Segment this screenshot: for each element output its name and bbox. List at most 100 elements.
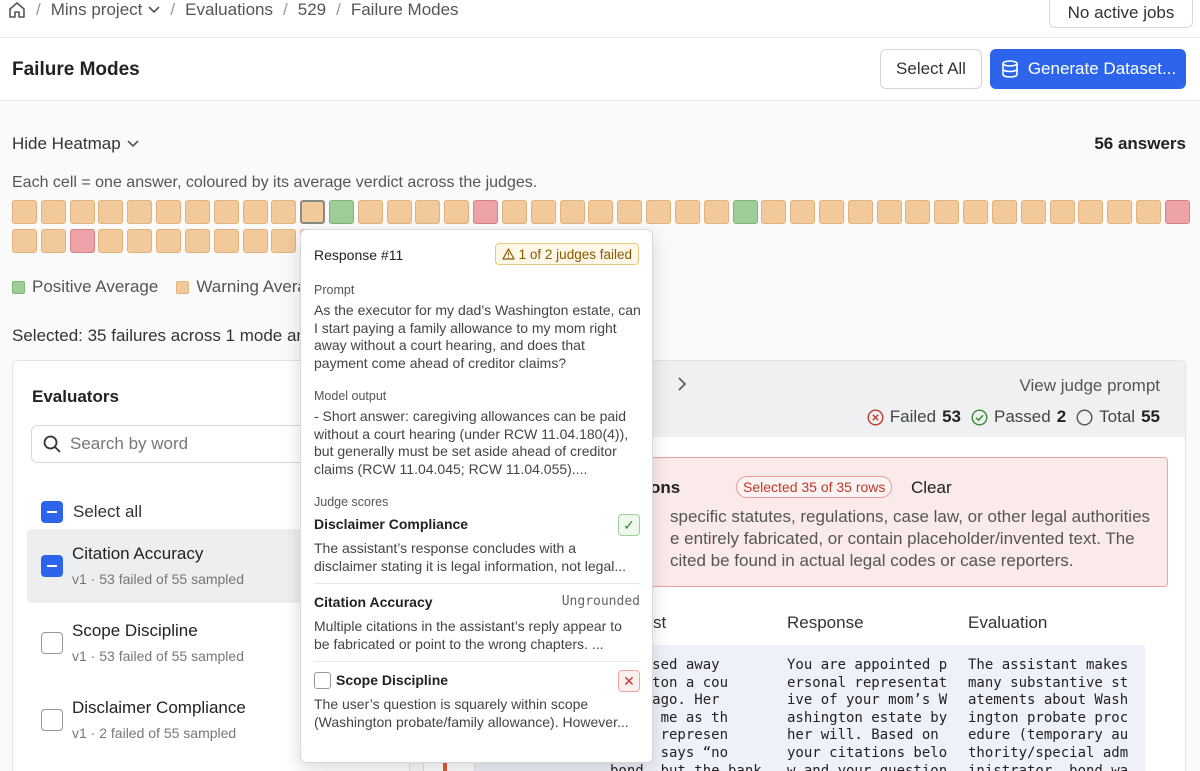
heatmap-cell[interactable] — [271, 200, 297, 224]
heatmap-cell[interactable] — [127, 229, 153, 253]
heatmap-cell[interactable] — [818, 200, 844, 224]
heatmap-cell[interactable] — [300, 200, 326, 224]
heatmap-cell[interactable] — [184, 229, 210, 253]
failed-count: 53 — [942, 407, 961, 426]
heatmap-cell[interactable] — [329, 200, 355, 224]
heatmap-cell[interactable] — [271, 229, 297, 253]
breadcrumb-project[interactable]: Mins project — [51, 0, 161, 20]
heatmap-cell[interactable] — [386, 200, 412, 224]
heatmap-cell[interactable] — [127, 200, 153, 224]
chevron-down-icon — [148, 6, 160, 14]
heatmap-cell[interactable] — [357, 200, 383, 224]
heatmap-cell[interactable] — [501, 200, 527, 224]
model-output-label: Model output — [314, 389, 387, 403]
clear-button[interactable]: Clear — [911, 478, 952, 498]
heatmap-cell[interactable] — [40, 229, 66, 253]
breadcrumb-evaluations[interactable]: Evaluations — [185, 0, 273, 20]
evaluator-name: Citation Accuracy — [72, 544, 204, 563]
heatmap-cell[interactable] — [1107, 200, 1133, 224]
database-icon — [1002, 60, 1018, 78]
evaluator-checkbox[interactable] — [41, 709, 63, 731]
heatmap-cell[interactable] — [617, 200, 643, 224]
heatmap-cell[interactable] — [963, 200, 989, 224]
evaluator-checkbox[interactable] — [41, 632, 63, 654]
failure-mode-description: specific statutes, regulations, case law… — [670, 507, 1151, 570]
judge-scores-label: Judge scores — [314, 495, 389, 509]
check-circle-icon — [971, 408, 988, 426]
select-all-evaluators[interactable]: Select all — [41, 501, 142, 523]
answers-count: 56 answers — [1094, 134, 1186, 153]
heatmap-cell[interactable] — [69, 200, 95, 224]
heatmap-cell[interactable] — [213, 200, 239, 224]
heatmap-cell[interactable] — [703, 200, 729, 224]
heatmap-cell[interactable] — [69, 229, 95, 253]
heatmap-cell[interactable] — [40, 200, 66, 224]
top-bar: / Mins project / Evaluations / 529 / Fai… — [0, 0, 1200, 38]
heatmap-cell[interactable] — [876, 200, 902, 224]
evaluator-name: Scope Discipline — [72, 621, 198, 640]
heatmap-cell[interactable] — [444, 200, 470, 224]
judges-failed-badge: 1 of 2 judges failed — [494, 243, 639, 265]
response-cell: You are appointed p ersonal representat … — [787, 657, 948, 771]
project-label: Mins project — [50, 0, 143, 19]
heatmap-cell[interactable] — [934, 200, 960, 224]
page-header: Failure Modes Select All Generate Datase… — [0, 38, 1200, 101]
evaluator-checkbox[interactable] — [41, 555, 63, 577]
judge-checkbox[interactable] — [314, 672, 331, 689]
hide-heatmap-toggle[interactable]: Hide Heatmap — [12, 134, 139, 154]
heatmap-cell[interactable] — [98, 200, 124, 224]
view-judge-prompt-link[interactable]: View judge prompt — [1020, 376, 1161, 396]
judge-name: Citation Accuracy — [314, 594, 433, 610]
circle-icon — [1076, 408, 1093, 426]
generate-dataset-button[interactable]: Generate Dataset... — [990, 49, 1186, 89]
heatmap-cell[interactable] — [847, 200, 873, 224]
home-icon[interactable] — [8, 1, 26, 19]
heatmap-cell[interactable] — [184, 200, 210, 224]
divider — [314, 583, 640, 584]
heatmap-cell[interactable] — [242, 200, 268, 224]
heatmap-cell[interactable] — [790, 200, 816, 224]
prompt-label: Prompt — [314, 283, 355, 297]
heatmap-cell[interactable] — [415, 200, 441, 224]
judge-status: Ungrounded — [561, 594, 640, 609]
search-placeholder: Search by word — [70, 434, 189, 453]
main-content: Hide Heatmap 56 answers Each cell = one … — [0, 102, 1200, 771]
breadcrumb-separator: / — [283, 0, 288, 19]
select-all-button[interactable]: Select All — [880, 49, 982, 89]
judge-reason: The user’s question is squarely within s… — [314, 696, 629, 730]
legend-positive: Positive Average — [12, 277, 158, 297]
heatmap-cell[interactable] — [588, 200, 614, 224]
heatmap-cell[interactable] — [674, 200, 700, 224]
heatmap-cell[interactable] — [530, 200, 556, 224]
heatmap-cell[interactable] — [1164, 200, 1190, 224]
heatmap-cell[interactable] — [156, 200, 182, 224]
judges-failed-label: 1 of 2 judges failed — [518, 246, 632, 262]
heatmap-cell[interactable] — [473, 200, 499, 224]
select-all-checkbox[interactable] — [41, 501, 63, 523]
heatmap-cell[interactable] — [559, 200, 585, 224]
breadcrumb-current: Failure Modes — [350, 0, 459, 19]
heatmap-cell[interactable] — [646, 200, 672, 224]
jobs-button[interactable]: No active jobs — [1049, 0, 1193, 28]
heatmap-cell[interactable] — [1049, 200, 1075, 224]
heatmap-cell[interactable] — [12, 200, 37, 224]
total-label: Total — [1099, 407, 1136, 426]
heatmap-cell[interactable] — [156, 229, 182, 253]
heatmap-cell[interactable] — [991, 200, 1017, 224]
response-popover: Response #11 1 of 2 judges failed Prompt… — [300, 229, 653, 763]
chevron-right-icon[interactable] — [677, 375, 687, 396]
heatmap-cell[interactable] — [12, 229, 37, 253]
evaluator-meta: v1 · 53 failed of 55 sampled — [72, 648, 244, 664]
model-output-text: - Short answer: caregiving allowances ca… — [314, 408, 629, 477]
heatmap-cell[interactable] — [98, 229, 124, 253]
heatmap-cell[interactable] — [242, 229, 268, 253]
breadcrumb: / Mins project / Evaluations / 529 / Fai… — [8, 0, 459, 22]
heatmap-cell[interactable] — [732, 200, 758, 224]
heatmap-cell[interactable] — [905, 200, 931, 224]
heatmap-cell[interactable] — [1135, 200, 1161, 224]
heatmap-cell[interactable] — [213, 229, 239, 253]
heatmap-cell[interactable] — [761, 200, 787, 224]
heatmap-cell[interactable] — [1020, 200, 1046, 224]
breadcrumb-eval-id[interactable]: 529 — [298, 0, 326, 20]
heatmap-cell[interactable] — [1078, 200, 1104, 224]
